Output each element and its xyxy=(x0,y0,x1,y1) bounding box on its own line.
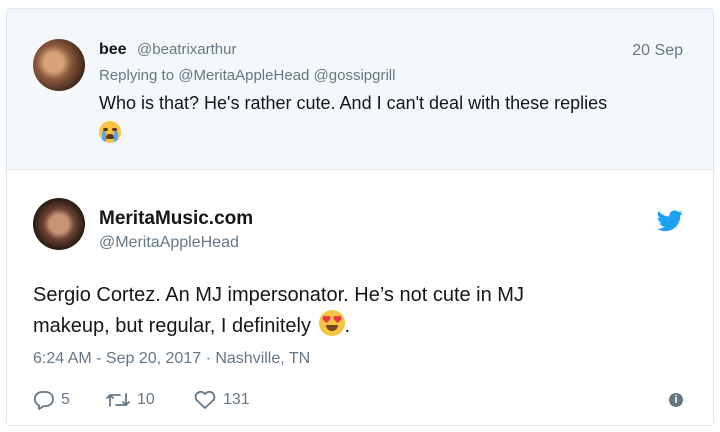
reply-count: 5 xyxy=(61,391,70,408)
heart-eyes-emoji-icon xyxy=(318,310,345,336)
avatar[interactable] xyxy=(33,39,85,91)
twitter-bird-icon[interactable] xyxy=(657,210,683,232)
avatar[interactable] xyxy=(33,198,85,250)
tweet-text-line: makeup, but regular, I definitely . xyxy=(33,310,653,341)
crying-face-emoji-icon xyxy=(99,121,121,143)
tweet-date[interactable]: 20 Sep xyxy=(632,42,683,60)
tweet-timestamp-location[interactable]: 6:24 AM - Sep 20, 2017 · Nashville, TN xyxy=(33,350,310,368)
main-tweet: MeritaMusic.com @MeritaAppleHead Sergio … xyxy=(7,170,713,425)
tweet-text-segment: . xyxy=(344,315,351,337)
parent-tweet[interactable]: bee @beatrixarthur 20 Sep Replying to @M… xyxy=(7,9,713,170)
author-handle[interactable]: @MeritaAppleHead xyxy=(99,234,239,252)
parent-tweet-text: Who is that? He's rather cute. And I can… xyxy=(99,93,608,113)
retweet-button[interactable]: 10 xyxy=(105,388,155,412)
author-handle[interactable]: @beatrixarthur xyxy=(137,41,236,58)
reply-icon xyxy=(33,391,54,410)
tweet-text-segment: makeup, but regular, I definitely xyxy=(33,315,311,337)
parent-tweet-header: bee @beatrixarthur xyxy=(99,41,236,59)
info-icon[interactable]: i xyxy=(669,393,683,407)
retweet-icon xyxy=(106,393,130,407)
reply-button[interactable]: 5 xyxy=(33,388,70,412)
tweet-card: bee @beatrixarthur 20 Sep Replying to @M… xyxy=(6,8,714,426)
replying-label: Replying to xyxy=(99,67,175,84)
tweet-text-line: Sergio Cortez. An MJ impersonator. He’s … xyxy=(33,284,524,306)
tweet-text: Sergio Cortez. An MJ impersonator. He’s … xyxy=(33,280,653,341)
retweet-count: 10 xyxy=(137,391,155,408)
like-button[interactable]: 131 xyxy=(193,388,250,412)
heart-icon xyxy=(194,390,216,409)
mention-link[interactable]: @gossipgrill xyxy=(314,67,396,84)
author-name[interactable]: MeritaMusic.com xyxy=(99,208,253,230)
replying-to: Replying to @MeritaAppleHead @gossipgril… xyxy=(99,67,395,84)
like-count: 131 xyxy=(223,391,250,408)
author-name[interactable]: bee xyxy=(99,41,127,58)
mention-link[interactable]: @MeritaAppleHead xyxy=(178,67,309,84)
